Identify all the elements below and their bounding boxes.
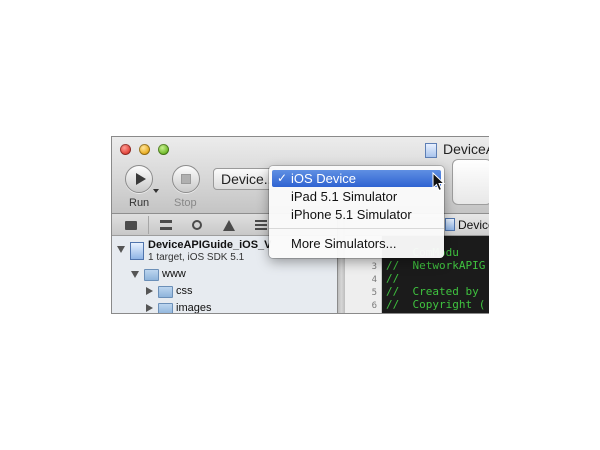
- stop-icon: [181, 174, 191, 184]
- hierarchy-icon: [160, 220, 172, 230]
- checkmark-icon: ✓: [277, 171, 288, 185]
- search-icon: [192, 220, 202, 230]
- line-number: 4: [371, 275, 377, 285]
- document-icon: [425, 143, 437, 158]
- destination-menu: ✓ iOS Device iPad 5.1 Simulator iPhone 5…: [269, 166, 444, 258]
- list-icon: [255, 220, 267, 230]
- code-line: // Created by: [386, 285, 479, 298]
- project-name[interactable]: DeviceAPIGuide_iOS_V: [148, 239, 272, 251]
- activity-viewer: [452, 159, 489, 205]
- disclosure-triangle-icon[interactable]: [146, 287, 153, 295]
- scheme-popup-button[interactable]: Device...: [213, 168, 277, 190]
- project-icon: [130, 242, 144, 260]
- menu-item-label: iOS Device: [291, 171, 357, 186]
- run-options-arrow-icon[interactable]: [153, 189, 159, 193]
- zoom-window-button[interactable]: [158, 144, 169, 155]
- folder-icon: [158, 303, 173, 313]
- disclosure-triangle-icon[interactable]: [146, 304, 153, 312]
- line-number: 6: [371, 301, 377, 311]
- disclosure-triangle-icon[interactable]: [117, 246, 125, 253]
- menu-item-label: iPhone 5.1 Simulator: [291, 207, 412, 222]
- line-number: 5: [371, 288, 377, 298]
- menu-item-label: More Simulators...: [291, 236, 397, 251]
- run-label: Run: [129, 197, 150, 209]
- stop-button[interactable]: [172, 165, 200, 193]
- folder-css[interactable]: css: [176, 285, 193, 297]
- project-subtitle: 1 target, iOS SDK 5.1: [148, 252, 245, 263]
- close-window-button[interactable]: [120, 144, 131, 155]
- folder-icon: [144, 269, 159, 281]
- issue-navigator-tab[interactable]: [221, 218, 237, 232]
- search-navigator-tab[interactable]: [189, 218, 205, 232]
- minimize-window-button[interactable]: [139, 144, 150, 155]
- menu-item-iphone-simulator[interactable]: iPhone 5.1 Simulator: [269, 206, 444, 223]
- folder-icon: [125, 220, 137, 230]
- symbol-navigator-tab[interactable]: [158, 218, 174, 232]
- mouse-pointer-icon: [432, 172, 446, 192]
- file-icon: [445, 218, 455, 231]
- code-line: //: [386, 272, 400, 285]
- project-navigator-tab[interactable]: [124, 218, 138, 232]
- folder-icon: [158, 286, 173, 298]
- warning-icon: [223, 219, 235, 231]
- menu-item-ipad-simulator[interactable]: iPad 5.1 Simulator: [269, 188, 444, 205]
- log-navigator-tab[interactable]: [253, 218, 269, 232]
- code-line: // Copyright (: [386, 298, 486, 311]
- menu-item-more-simulators[interactable]: More Simulators...: [269, 235, 444, 252]
- stop-label: Stop: [174, 197, 197, 209]
- jump-bar-file[interactable]: Device: [458, 218, 489, 232]
- play-icon: [136, 173, 146, 185]
- navigator-divider: [148, 216, 149, 234]
- window-title: DeviceA: [443, 141, 489, 157]
- menu-item-label: iPad 5.1 Simulator: [291, 189, 398, 204]
- folder-www[interactable]: www: [162, 268, 186, 280]
- code-line: // NetworkAPIG: [386, 259, 486, 272]
- disclosure-triangle-icon[interactable]: [131, 271, 139, 278]
- line-number: 3: [371, 262, 377, 272]
- menu-separator: [269, 228, 444, 229]
- menu-item-ios-device[interactable]: ✓ iOS Device: [272, 170, 441, 187]
- folder-images[interactable]: images: [176, 302, 211, 313]
- run-button[interactable]: [125, 165, 153, 193]
